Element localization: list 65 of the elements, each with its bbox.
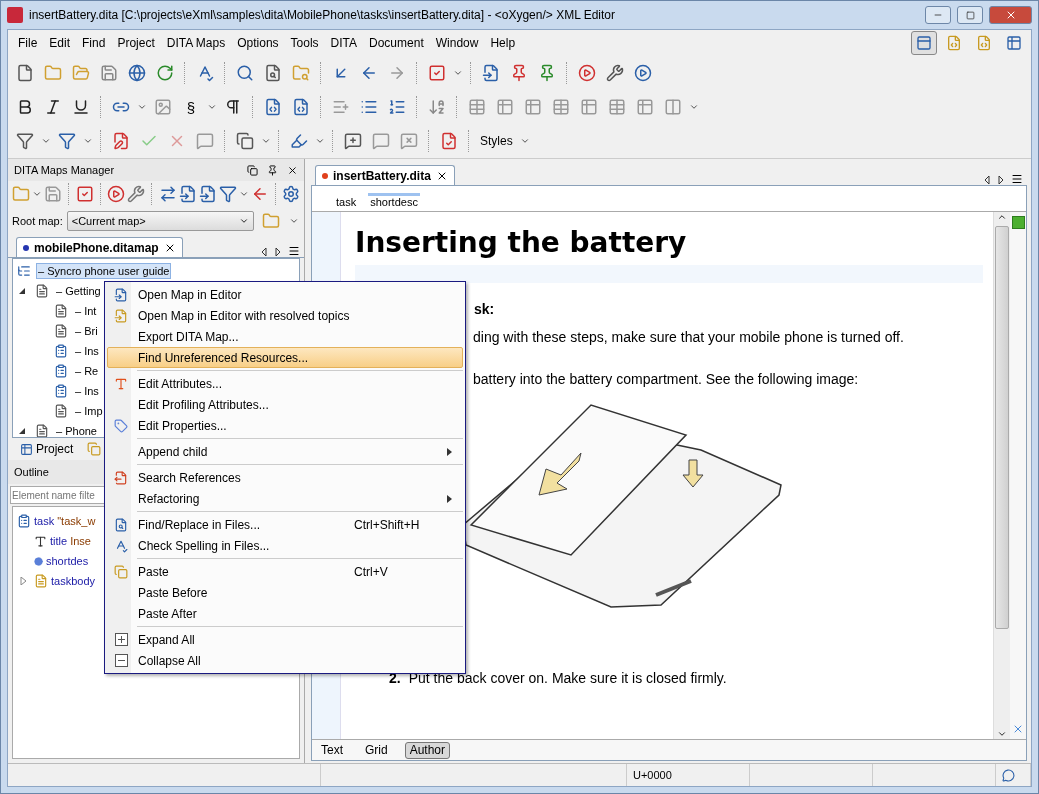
editor-tab[interactable]: insertBattery.dita: [315, 165, 455, 185]
tree-item[interactable]: – Bri: [73, 323, 100, 339]
menu-item[interactable]: Project: [111, 36, 161, 50]
breadcrumb-item[interactable]: task: [334, 193, 359, 208]
menu-item[interactable]: Find Unreferenced Resources...: [107, 347, 463, 368]
menu-item[interactable]: Export DITA Map...: [107, 326, 463, 347]
tree-item[interactable]: – Getting: [54, 283, 103, 299]
menu-item[interactable]: Find: [76, 36, 112, 50]
tree-item[interactable]: – Int: [73, 303, 99, 319]
menu-item[interactable]: Options: [231, 36, 285, 50]
view-mode-tab[interactable]: Text: [316, 741, 348, 759]
view-mode-tab[interactable]: Grid: [360, 741, 393, 759]
breadcrumb-item[interactable]: shortdesc: [368, 193, 420, 208]
menu-item[interactable]: Paste Ctrl+V: [107, 561, 463, 582]
menu-item[interactable]: Open Map in Editor with resolved topics: [107, 305, 463, 326]
window-title: insertBattery.dita [C:\projects\eXml\samples\dita\MobilePhone\tasks\insertBattery.dita] - <oXygen/> XML Editor: [29, 8, 617, 22]
menu-item[interactable]: Window: [429, 36, 485, 50]
menu-item[interactable]: Edit Attributes...: [107, 373, 463, 394]
panel-title: DITA Maps Manager: [14, 164, 115, 176]
outline-detail: Inse: [70, 535, 91, 547]
tree-item[interactable]: – Ins: [73, 383, 101, 399]
outline-element[interactable]: taskbody: [51, 575, 96, 587]
menu-item[interactable]: Edit Profiling Attributes...: [107, 394, 463, 415]
shortcut-text: Ctrl+Shift+H: [354, 517, 421, 532]
tree-item[interactable]: – Imp: [73, 403, 105, 419]
menu-item[interactable]: DITA Maps: [160, 36, 232, 50]
section-button[interactable]: §: [178, 94, 204, 120]
menu-item[interactable]: Paste After: [107, 603, 463, 624]
menu-item[interactable]: Open Map in Editor: [107, 284, 463, 305]
menu-item[interactable]: Paste Before: [107, 582, 463, 603]
menu-item[interactable]: Find/Replace in Files... Ctrl+Shift+H: [107, 514, 463, 535]
encoding-status: U+0000: [627, 764, 750, 786]
context-text: ding with these steps, make sure that your mobile phone is turned off.: [473, 329, 905, 345]
menu-item[interactable]: Edit: [43, 36, 77, 50]
menu-item[interactable]: Search References: [107, 467, 463, 488]
tree-item[interactable]: – Ins: [73, 343, 101, 359]
shortcut-text: Ctrl+V: [354, 564, 389, 579]
styles-dropdown[interactable]: Styles: [476, 129, 517, 153]
menu-item[interactable]: File: [12, 36, 44, 50]
menu-item[interactable]: Tools: [284, 36, 325, 50]
menu-item[interactable]: DITA: [324, 36, 364, 50]
outline-detail: "task_w: [57, 515, 96, 527]
tree-item[interactable]: – Phone: [54, 423, 99, 437]
panel-tab[interactable]: Project: [16, 439, 78, 459]
tree-item[interactable]: – Syncro phone user guide: [36, 263, 172, 279]
context-heading: sk:: [474, 301, 496, 317]
view-mode-tab[interactable]: Author: [404, 741, 451, 759]
menu-item[interactable]: Expand All: [107, 629, 463, 650]
step-text: battery into the battery compartment. See the following image:: [473, 371, 860, 387]
menu-item[interactable]: Help: [484, 36, 522, 50]
document-title: Inserting the battery: [355, 226, 688, 259]
outline-element[interactable]: task: [34, 515, 55, 527]
map-tab[interactable]: mobilePhone.ditamap: [16, 237, 183, 257]
root-map-dropdown[interactable]: <Current map>: [66, 211, 254, 231]
menu-item[interactable]: Edit Properties...: [107, 415, 463, 436]
menu-item[interactable]: Check Spelling in Files...: [107, 535, 463, 556]
outline-element[interactable]: title: [50, 535, 68, 547]
outline-element[interactable]: shortdes: [46, 555, 89, 567]
panel-title: Outline: [14, 466, 49, 478]
menu-item[interactable]: Refactoring: [107, 488, 463, 509]
tree-item[interactable]: – Re: [73, 363, 101, 379]
menu-item[interactable]: Append child: [107, 441, 463, 462]
menu-item[interactable]: Collapse All: [107, 650, 463, 671]
menu-item[interactable]: Document: [363, 36, 430, 50]
root-map-label: Root map:: [12, 215, 63, 227]
